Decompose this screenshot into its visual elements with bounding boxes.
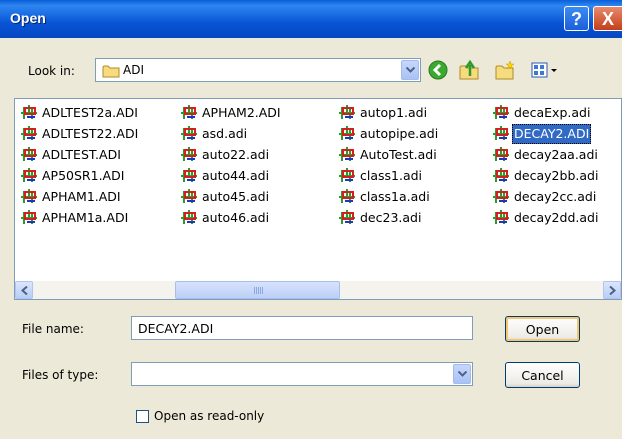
- file-item-label: DECAY2.ADI: [512, 124, 592, 144]
- file-item-label: auto22.adi: [202, 147, 270, 162]
- file-item-label: decay2cc.adi: [514, 189, 597, 204]
- file-type-dropdown[interactable]: [131, 362, 473, 386]
- file-item-label: decay2dd.adi: [514, 210, 599, 225]
- file-item-label: APHAM2.ADI: [202, 105, 281, 120]
- file-item-label: decay2bb.adi: [514, 168, 599, 183]
- horizontal-scrollbar[interactable]: [15, 281, 621, 299]
- look-in-value: ADI: [123, 63, 144, 77]
- views-menu-icon[interactable]: [530, 59, 562, 83]
- file-item-label: autop1.adi: [360, 105, 428, 120]
- file-item-label: auto44.adi: [202, 168, 270, 183]
- up-folder-icon[interactable]: [458, 59, 482, 83]
- file-item-label: ADLTEST2a.ADI: [42, 105, 138, 120]
- look-in-label: Look in:: [28, 64, 75, 78]
- look-in-dropdown[interactable]: ADI: [95, 58, 421, 82]
- scroll-thumb[interactable]: [175, 281, 340, 299]
- file-item-label: autopipe.adi: [360, 126, 439, 141]
- file-name-field[interactable]: [131, 316, 473, 340]
- window-title: Open: [10, 10, 46, 26]
- scroll-right-icon[interactable]: [603, 281, 621, 299]
- file-item-label: auto46.adi: [202, 210, 270, 225]
- new-folder-icon[interactable]: [494, 59, 518, 83]
- close-button[interactable]: X: [593, 6, 622, 31]
- file-item-label: ADLTEST22.ADI: [42, 126, 139, 141]
- file-item-label: decay2aa.adi: [514, 147, 598, 162]
- chevron-down-icon[interactable]: [401, 60, 419, 80]
- back-icon[interactable]: [427, 59, 451, 83]
- file-list[interactable]: ADLTEST2a.ADI ADLTEST22.ADI ADLTEST.ADI AP5…: [14, 98, 622, 300]
- file-item-label: ADLTEST.ADI: [42, 147, 121, 162]
- read-only-checkbox[interactable]: [136, 410, 149, 423]
- file-item-label: class1.adi: [360, 168, 423, 183]
- file-name-label: File name:: [22, 322, 84, 336]
- file-item-label: decaExp.adi: [514, 105, 591, 120]
- folder-icon: [102, 64, 120, 81]
- read-only-label: Open as read-only: [154, 409, 265, 423]
- scroll-left-icon[interactable]: [15, 281, 33, 299]
- open-button[interactable]: Open: [505, 316, 580, 342]
- cancel-button[interactable]: Cancel: [505, 362, 580, 388]
- file-item-label: AutoTest.adi: [360, 147, 437, 162]
- file-type-label: Files of type:: [22, 368, 99, 382]
- file-item-label: AP50SR1.ADI: [42, 168, 125, 183]
- chevron-down-icon[interactable]: [453, 364, 471, 384]
- file-item-label: APHAM1.ADI: [42, 189, 121, 204]
- title-bar: Open ? X: [0, 0, 622, 38]
- file-item-label: class1a.adi: [360, 189, 430, 204]
- file-item-label: auto45.adi: [202, 189, 270, 204]
- help-button[interactable]: ?: [564, 6, 589, 31]
- file-item-label: asd.adi: [202, 126, 248, 141]
- file-item-label: APHAM1a.ADI: [42, 210, 129, 225]
- file-item-label: dec23.adi: [360, 210, 422, 225]
